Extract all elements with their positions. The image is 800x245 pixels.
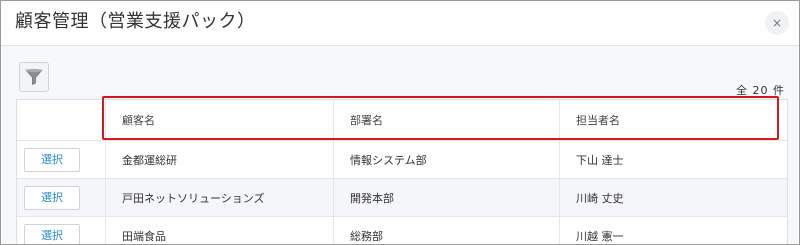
select-cell: 選択 [17,179,105,216]
table-header-row: 顧客名 部署名 担当者名 [17,100,787,141]
dialog-window: 顧客管理（営業支援パック） × 全 20 件 顧客名 部署名 担当者名 選択 金… [0,0,800,245]
customer-table: 顧客名 部署名 担当者名 選択 金都運総研 情報システム部 下山 達士 選択 戸… [16,99,788,244]
table-row: 選択 田端食品 総務部 川越 憲一 [17,217,787,244]
close-button[interactable]: × [765,11,789,35]
filter-button[interactable] [19,62,49,92]
select-button[interactable]: 選択 [24,223,80,244]
dialog-header: 顧客管理（営業支援パック） × [1,1,799,46]
customer-name-cell: 金都運総研 [105,141,333,178]
customer-name-cell: 田端食品 [105,217,333,244]
select-button[interactable]: 選択 [24,147,80,172]
department-cell: 開発本部 [333,179,559,216]
funnel-icon [25,68,43,85]
dialog-title: 顧客管理（営業支援パック） [15,11,256,32]
person-cell: 川越 憲一 [559,217,787,244]
person-cell: 下山 達士 [559,141,787,178]
department-cell: 情報システム部 [333,141,559,178]
table-row: 選択 金都運総研 情報システム部 下山 達士 [17,141,787,179]
customer-name-cell: 戸田ネットソリューションズ [105,179,333,216]
select-cell: 選択 [17,217,105,244]
person-cell: 川崎 丈史 [559,179,787,216]
header-department-name: 部署名 [333,100,559,140]
select-cell: 選択 [17,141,105,178]
header-person-name: 担当者名 [559,100,787,140]
table-row: 選択 戸田ネットソリューションズ 開発本部 川崎 丈史 [17,179,787,217]
header-customer-name: 顧客名 [105,100,333,140]
select-button[interactable]: 選択 [24,185,80,210]
header-select-column [17,100,105,140]
department-cell: 総務部 [333,217,559,244]
total-count: 全 20 件 [736,84,785,97]
